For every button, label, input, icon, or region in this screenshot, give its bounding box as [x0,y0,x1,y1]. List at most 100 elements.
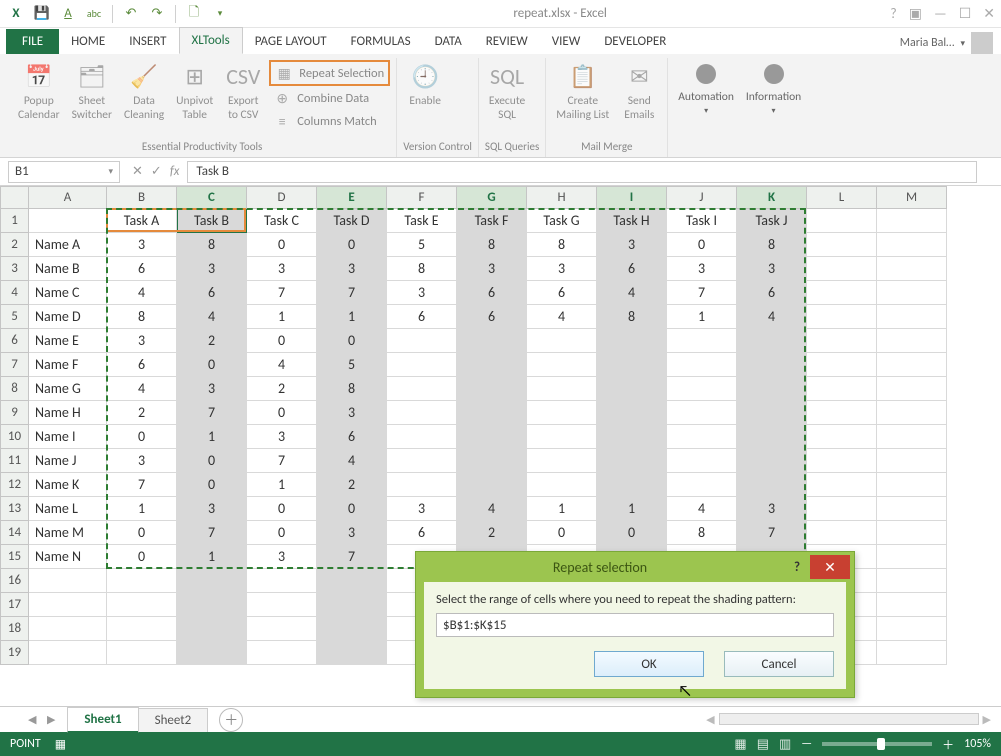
cell[interactable] [597,449,667,473]
tab-file[interactable]: FILE [6,29,59,54]
cell[interactable] [737,377,807,401]
cell[interactable]: 1 [667,305,737,329]
col-header-M[interactable]: M [877,187,947,209]
cell[interactable] [807,425,877,449]
cell[interactable] [877,473,947,497]
cell[interactable] [807,401,877,425]
cell[interactable] [29,569,107,593]
cell[interactable] [387,353,457,377]
cell[interactable]: 7 [247,281,317,305]
cell[interactable] [527,401,597,425]
row-header-7[interactable]: 7 [1,353,29,377]
columns-match-button[interactable]: ≡Columns Match [269,110,390,132]
dialog-close-button[interactable]: ✕ [810,555,850,579]
col-header-B[interactable]: B [107,187,177,209]
cell[interactable] [667,329,737,353]
cell[interactable]: 2 [107,401,177,425]
sheet-tab-2[interactable]: Sheet2 [138,708,209,732]
row-header-14[interactable]: 14 [1,521,29,545]
cell[interactable] [527,329,597,353]
grid[interactable]: ABCDEFGHIJKLM1Task ATask BTask CTask DTa… [0,186,1001,706]
unpivot-table-button[interactable]: ⊞Unpivot Table [172,58,217,138]
cell[interactable] [807,473,877,497]
cell[interactable]: 3 [527,257,597,281]
redo-icon[interactable]: ↷ [147,4,167,24]
cell[interactable]: 0 [667,233,737,257]
cell[interactable] [177,593,247,617]
cell[interactable]: 3 [247,425,317,449]
cell[interactable]: Name E [29,329,107,353]
col-header-K[interactable]: K [737,187,807,209]
qat-dropdown-icon[interactable]: ▾ [210,4,230,24]
cell[interactable]: 8 [667,521,737,545]
minimize-icon[interactable]: — [934,5,947,22]
cell[interactable]: 0 [597,521,667,545]
cell[interactable]: Task C [247,209,317,233]
tab-view[interactable]: VIEW [540,29,593,54]
cell[interactable]: 7 [667,281,737,305]
cell[interactable]: 8 [597,305,667,329]
cell[interactable]: Task E [387,209,457,233]
cell[interactable]: 7 [247,449,317,473]
automation-button[interactable]: Automation▾ [674,58,738,138]
cell[interactable] [877,401,947,425]
cell[interactable] [107,617,177,641]
execute-sql-button[interactable]: SQLExecute SQL [485,58,529,138]
cell[interactable]: Name C [29,281,107,305]
cell[interactable]: Task H [597,209,667,233]
cell[interactable]: 6 [387,305,457,329]
cell[interactable]: 0 [317,329,387,353]
cell[interactable]: 4 [667,497,737,521]
macro-record-icon[interactable]: ▦ [55,737,66,752]
row-header-16[interactable]: 16 [1,569,29,593]
cell[interactable] [807,449,877,473]
col-header-A[interactable]: A [29,187,107,209]
cell[interactable] [457,425,527,449]
cell[interactable] [457,401,527,425]
cell[interactable] [457,449,527,473]
row-header-5[interactable]: 5 [1,305,29,329]
cell[interactable] [667,473,737,497]
cell[interactable] [877,449,947,473]
col-header-D[interactable]: D [247,187,317,209]
cell[interactable] [527,473,597,497]
cell[interactable]: 8 [737,233,807,257]
cell[interactable]: 0 [247,233,317,257]
cell[interactable] [457,377,527,401]
cell[interactable] [317,569,387,593]
cell[interactable] [247,641,317,665]
cell[interactable]: Name D [29,305,107,329]
cell[interactable] [387,473,457,497]
sheet-tab-1[interactable]: Sheet1 [67,707,138,733]
col-header-G[interactable]: G [457,187,527,209]
cell[interactable]: 2 [247,377,317,401]
sheet-nav-icons[interactable]: ◀ ▶ [20,713,67,726]
cell[interactable] [107,593,177,617]
tab-review[interactable]: REVIEW [474,29,540,54]
cell[interactable] [29,641,107,665]
cell[interactable] [807,497,877,521]
cell[interactable]: 0 [317,497,387,521]
dialog-help-button[interactable]: ? [784,560,810,575]
cell[interactable]: 1 [317,305,387,329]
cell[interactable]: Name H [29,401,107,425]
cell[interactable] [877,209,947,233]
cell[interactable] [387,449,457,473]
cell[interactable] [457,329,527,353]
repeat-selection-button[interactable]: ▦Repeat Selection [269,60,390,86]
cell[interactable]: 7 [737,521,807,545]
cell[interactable] [877,233,947,257]
cell[interactable]: 4 [107,377,177,401]
enable-vc-button[interactable]: 🕘Enable [403,58,447,138]
cell[interactable]: 6 [107,257,177,281]
cell[interactable] [527,377,597,401]
cell[interactable]: 5 [317,353,387,377]
tab-xltools[interactable]: XLTools [179,27,243,54]
cell[interactable] [667,425,737,449]
cell[interactable]: Task J [737,209,807,233]
cell[interactable] [807,233,877,257]
cell[interactable]: 0 [177,353,247,377]
cell[interactable]: 3 [317,257,387,281]
cell[interactable]: Task D [317,209,387,233]
cell[interactable] [807,281,877,305]
